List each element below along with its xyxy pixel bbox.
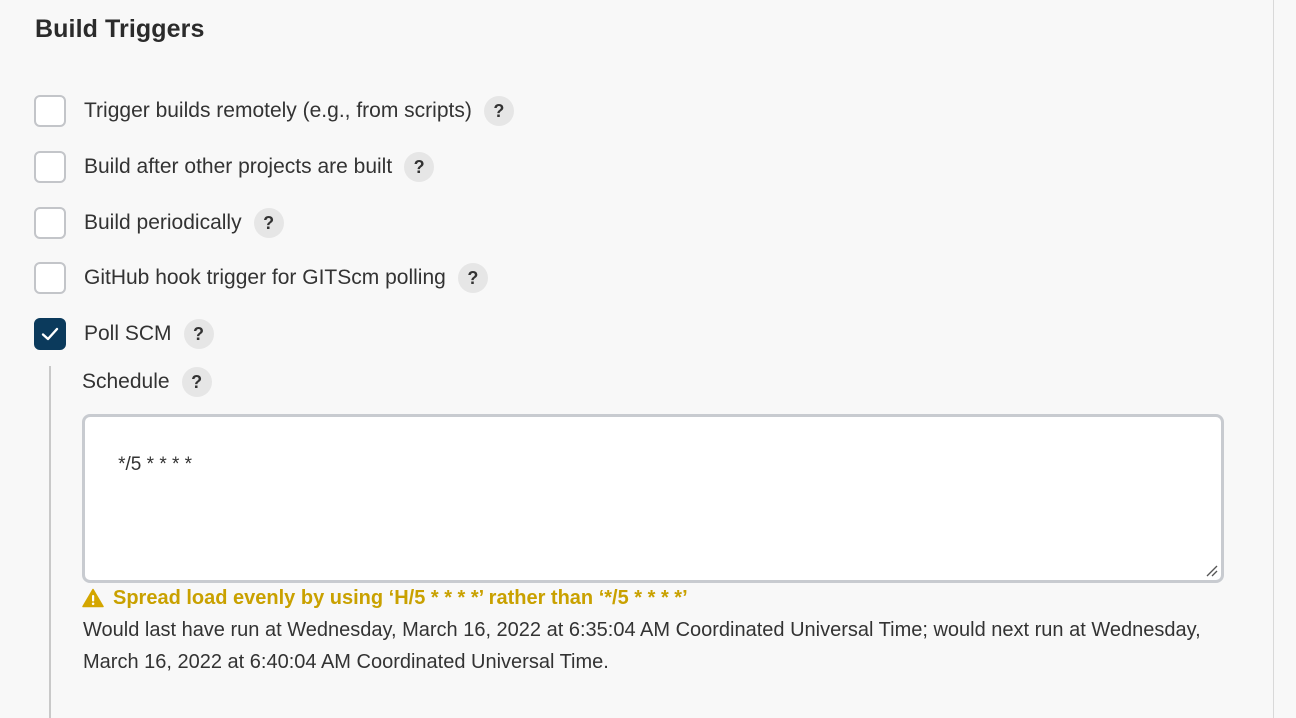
trigger-periodically-row: Build periodically ? (34, 207, 284, 239)
schedule-value: */5 * * * * (118, 454, 193, 475)
help-icon[interactable]: ? (483, 96, 514, 126)
trigger-poll-scm-row: Poll SCM ? (34, 318, 214, 350)
trigger-periodically-checkbox[interactable] (34, 207, 66, 239)
page: Build Triggers Trigger builds remotely (… (0, 0, 1296, 718)
schedule-warning: Spread load evenly by using ‘H/5 * * * *… (82, 584, 688, 612)
nested-options-line (49, 366, 51, 718)
trigger-github-hook-checkbox[interactable] (34, 262, 66, 294)
trigger-remote-checkbox[interactable] (34, 95, 66, 127)
trigger-after-other-checkbox[interactable] (34, 151, 66, 183)
help-icon[interactable]: ? (253, 208, 284, 238)
schedule-textarea[interactable]: */5 * * * * (82, 414, 1224, 583)
right-divider (1273, 0, 1274, 718)
trigger-github-hook-row: GitHub hook trigger for GITScm polling ? (34, 262, 488, 294)
trigger-github-hook-label[interactable]: GitHub hook trigger for GITScm polling (84, 266, 446, 290)
trigger-periodically-label[interactable]: Build periodically (84, 211, 242, 235)
trigger-after-other-row: Build after other projects are built ? (34, 151, 435, 183)
help-icon[interactable]: ? (181, 367, 212, 397)
schedule-row: Schedule ? (82, 366, 212, 398)
schedule-label: Schedule (82, 370, 170, 393)
trigger-after-other-label[interactable]: Build after other projects are built (84, 155, 392, 179)
warning-icon (82, 588, 104, 608)
trigger-poll-scm-checkbox[interactable] (34, 318, 66, 350)
trigger-remote-label[interactable]: Trigger builds remotely (e.g., from scri… (84, 99, 472, 123)
section-title: Build Triggers (35, 15, 205, 43)
checkmark-icon (41, 327, 59, 341)
help-icon[interactable]: ? (457, 263, 488, 293)
help-icon[interactable]: ? (183, 319, 214, 349)
resize-grip-icon[interactable] (1204, 563, 1218, 577)
trigger-poll-scm-label[interactable]: Poll SCM (84, 322, 172, 346)
trigger-remote-row: Trigger builds remotely (e.g., from scri… (34, 95, 514, 127)
help-icon[interactable]: ? (404, 152, 435, 182)
warning-text: Spread load evenly by using ‘H/5 * * * *… (113, 586, 688, 609)
schedule-run-info: Would last have run at Wednesday, March … (83, 619, 1201, 673)
